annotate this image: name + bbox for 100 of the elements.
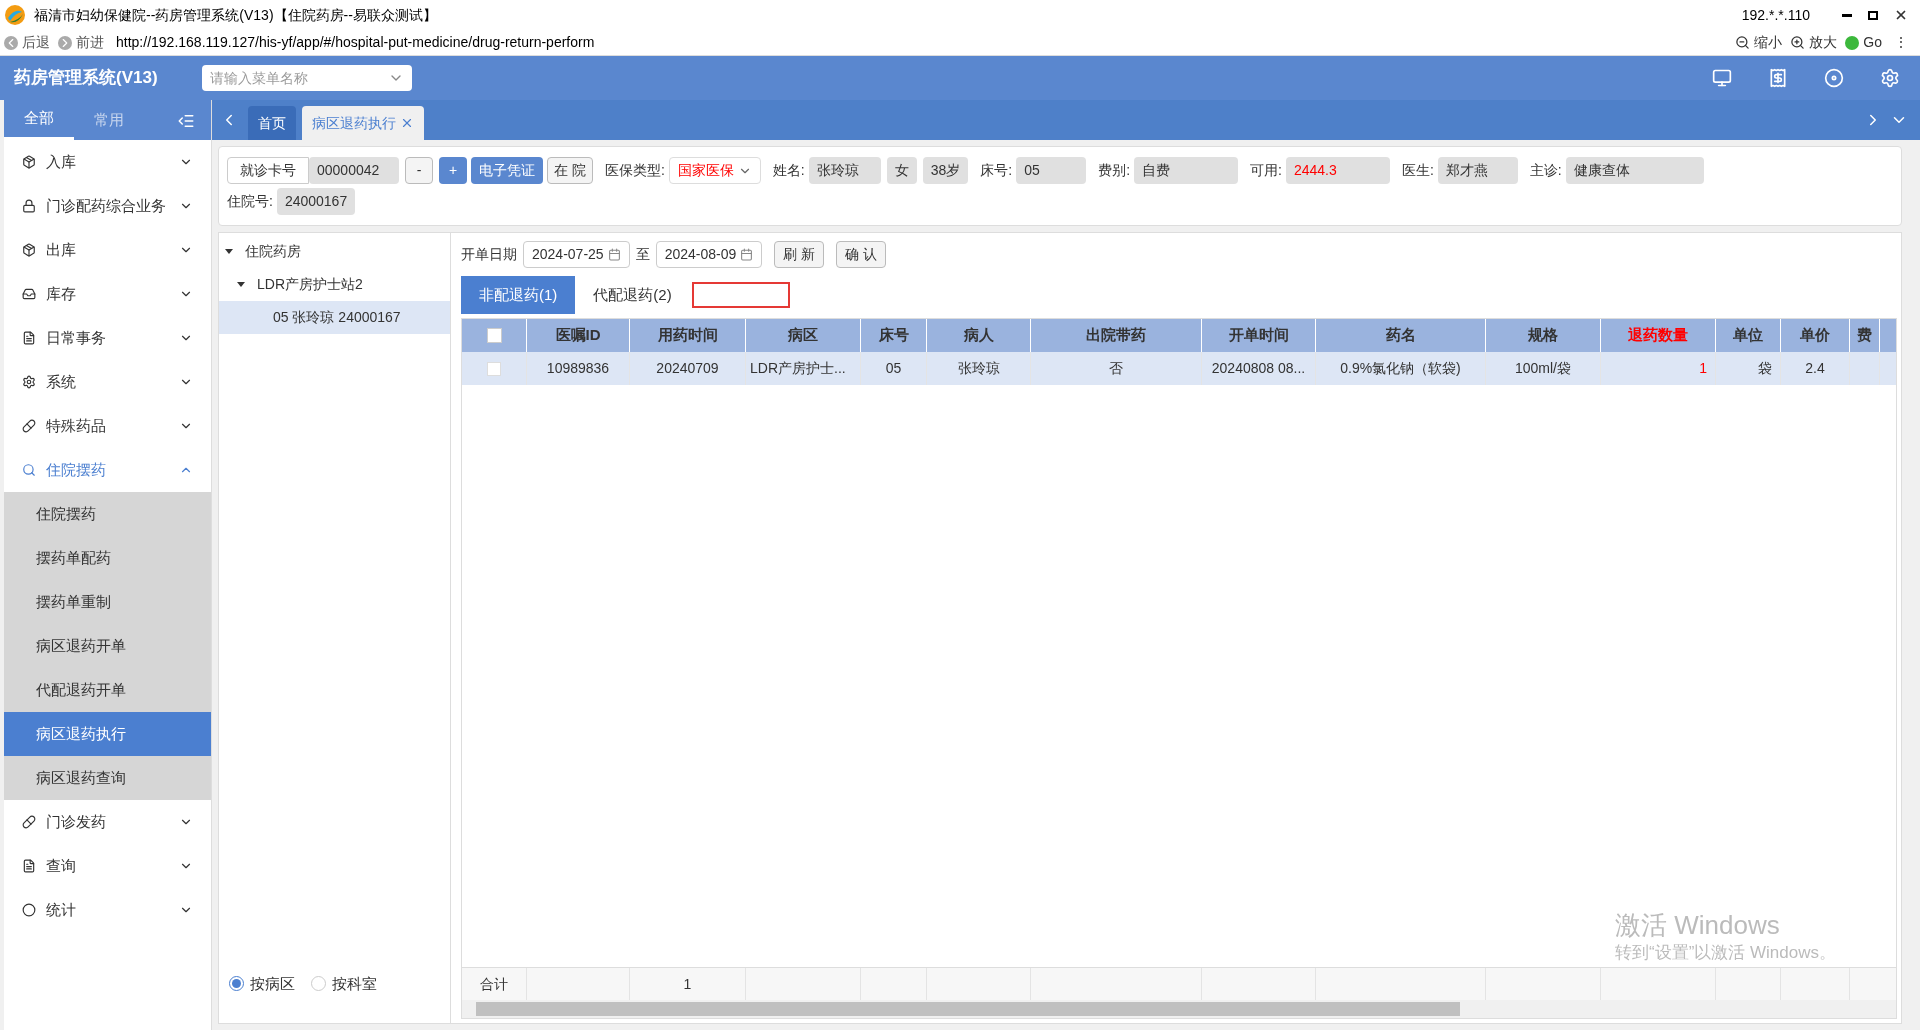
sidebar-item[interactable]: 系统 — [4, 360, 211, 404]
minimize-icon[interactable] — [1842, 13, 1852, 17]
refresh-button[interactable]: 刷 新 — [774, 241, 825, 268]
doctor-field: 郑才燕 — [1437, 157, 1518, 184]
confirm-button[interactable]: 确 认 — [836, 241, 887, 268]
insurance-select[interactable]: 国家医保 — [668, 157, 761, 184]
radio-option[interactable]: 按病区 — [229, 972, 295, 995]
sidebar-item[interactable]: 入库 — [4, 140, 211, 184]
search-icon — [22, 463, 36, 477]
tree-item[interactable]: LDR产房护士站2 — [219, 268, 450, 301]
field-label: 可用: — [1250, 161, 1282, 180]
box-icon — [22, 243, 36, 257]
caret-icon[interactable] — [237, 282, 245, 287]
date-label: 开单日期 — [461, 245, 517, 264]
go-button[interactable]: Go — [1845, 32, 1882, 53]
sidebar-item[interactable]: 住院摆药 — [4, 448, 211, 492]
calendar-icon[interactable] — [740, 248, 754, 261]
zoom-in-button[interactable]: 放大 — [1790, 32, 1838, 53]
bed-field: 05 — [1016, 157, 1087, 184]
collapse-menu-icon[interactable] — [177, 112, 195, 130]
tree-item[interactable]: 05 张玲琼 24000167 — [219, 301, 450, 334]
sidebar-item[interactable]: 出库 — [4, 228, 211, 272]
end-date-field[interactable]: 2024-08-09 — [655, 241, 763, 268]
field-label: 费别: — [1098, 161, 1131, 180]
field-label: 床号: — [980, 161, 1013, 180]
sidebar-item[interactable]: 查询 — [4, 844, 211, 888]
submenu-item[interactable]: 病区退药开单 — [4, 624, 211, 668]
window-title: 福清市妇幼保健院--药房管理系统(V13)【住院药房--易联众测试】 — [34, 5, 437, 25]
sidebar-item[interactable]: 门诊配药综合业务 — [4, 184, 211, 228]
table-cell: 张玲琼 — [927, 352, 1031, 385]
disc-icon[interactable] — [1824, 68, 1844, 88]
sub-tab[interactable]: 非配退药(1) — [461, 276, 576, 314]
sidebar-item[interactable]: 门诊发药 — [4, 800, 211, 844]
page-tab[interactable]: 病区退药执行 — [302, 106, 424, 140]
table-cell: 袋 — [1716, 352, 1781, 385]
monitor-icon[interactable] — [1712, 68, 1732, 88]
tray-icon — [22, 287, 36, 301]
zoom-in-icon[interactable] — [1790, 35, 1806, 50]
sub-tab[interactable]: 代配退药(2) — [575, 276, 690, 314]
radio-option[interactable]: 按科室 — [311, 972, 377, 995]
submenu-item[interactable]: 摆药单重制 — [4, 580, 211, 624]
table-cell: 2.4 — [1781, 352, 1850, 385]
document-icon — [22, 859, 36, 873]
activation-title: 激活 Windows — [1615, 909, 1781, 942]
page-tab[interactable]: 首页 — [248, 106, 296, 140]
close-icon[interactable] — [1894, 8, 1908, 22]
field-label: 住院号: — [227, 192, 273, 211]
back-button[interactable]: 后退 — [4, 32, 50, 53]
horizontal-scrollbar[interactable] — [462, 1000, 1896, 1018]
box-icon — [22, 155, 36, 169]
back-icon[interactable] — [4, 35, 18, 50]
ip-address: 192.*.*.110 — [1741, 5, 1810, 25]
table-cell: LDR产房护士... — [746, 352, 861, 385]
table-cell: 20240709 — [630, 352, 746, 385]
receipt-icon[interactable] — [1768, 68, 1788, 88]
select-all-checkbox[interactable] — [486, 328, 502, 343]
field-label: 姓名: — [772, 161, 805, 180]
restore-icon[interactable] — [1868, 10, 1878, 20]
document-icon — [22, 331, 36, 345]
fee-type-field: 自费 — [1134, 157, 1239, 184]
url-field[interactable]: http://192.168.119.127/his-yf/app/#/hospital-put-medicine/drug-return-perform — [116, 32, 595, 53]
forward-button[interactable]: 前进 — [58, 32, 104, 53]
zoom-out-button[interactable]: 缩小 — [1735, 32, 1783, 53]
in-hospital-button[interactable]: 在 院 — [547, 157, 593, 184]
app-logo-icon — [4, 4, 26, 26]
zoom-out-icon[interactable] — [1735, 35, 1751, 50]
menu-search-field[interactable]: 请输入菜单名称 — [202, 65, 412, 91]
more-button[interactable]: ⋮ — [1894, 32, 1908, 53]
e-certificate-button[interactable]: 电子凭证 — [471, 157, 543, 184]
sidebar-item[interactable]: 日常事务 — [4, 316, 211, 360]
diagnosis-field: 健康查体 — [1565, 157, 1704, 184]
table-cell: 05 — [861, 352, 927, 385]
forward-icon[interactable] — [58, 35, 72, 50]
sidebar-item[interactable]: 库存 — [4, 272, 211, 316]
field-label: 医保类型: — [604, 161, 665, 180]
tree-item[interactable]: 住院药房 — [219, 235, 450, 268]
plus-button[interactable]: + — [439, 157, 467, 184]
table-cell: 100ml/袋 — [1486, 352, 1601, 385]
minus-button[interactable]: - — [405, 157, 433, 184]
settings-icon — [22, 375, 36, 389]
submenu-item[interactable]: 病区退药查询 — [4, 756, 211, 800]
submenu-item[interactable]: 病区退药执行 — [4, 712, 211, 756]
field-label: 主诊: — [1529, 161, 1562, 180]
sidebar-tab[interactable]: 全部 — [4, 100, 74, 140]
age-field: 38岁 — [922, 157, 969, 184]
circle-icon — [22, 903, 36, 917]
sidebar-item[interactable]: 统计 — [4, 888, 211, 932]
to-label: 至 — [635, 245, 650, 264]
submenu-item[interactable]: 摆药单配药 — [4, 536, 211, 580]
calendar-icon[interactable] — [607, 248, 621, 261]
submenu-item[interactable]: 代配退药开单 — [4, 668, 211, 712]
submenu-item[interactable]: 住院摆药 — [4, 492, 211, 536]
settings-icon[interactable] — [1880, 68, 1900, 88]
lock-icon — [22, 199, 36, 213]
table-cell: 10989836 — [527, 352, 630, 385]
sidebar-item[interactable]: 特殊药品 — [4, 404, 211, 448]
table-cell: 1 — [1601, 352, 1716, 385]
caret-icon[interactable] — [225, 249, 233, 254]
start-date-field[interactable]: 2024-07-25 — [523, 241, 630, 268]
row-checkbox[interactable] — [487, 361, 501, 376]
